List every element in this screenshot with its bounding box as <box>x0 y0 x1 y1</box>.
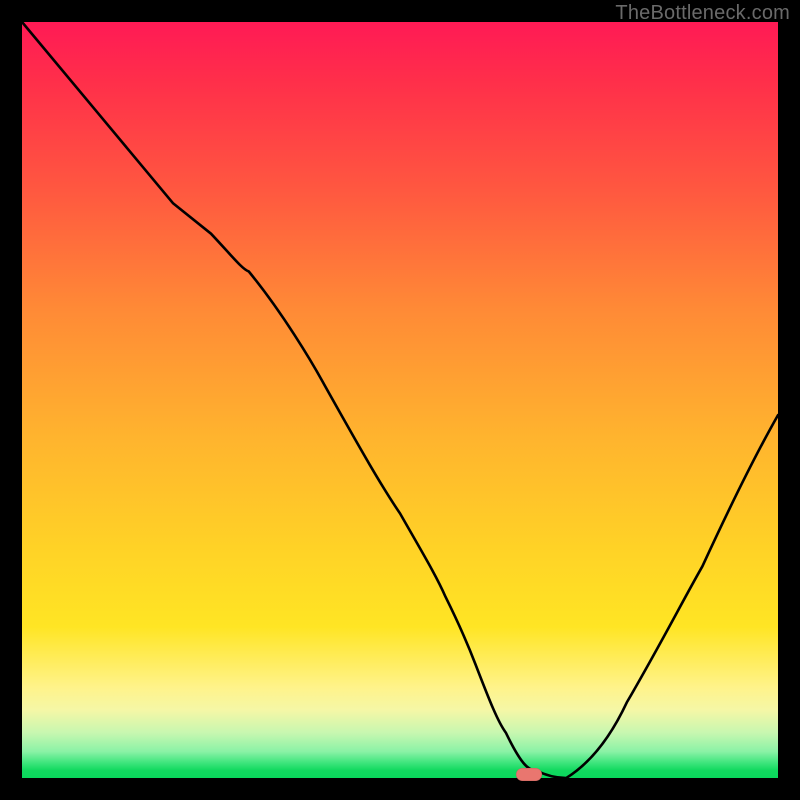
watermark-text: TheBottleneck.com <box>615 2 790 25</box>
plot-area <box>22 22 778 778</box>
bottleneck-curve <box>22 22 778 778</box>
min-point-marker <box>516 768 542 781</box>
chart-frame: TheBottleneck.com <box>0 0 800 800</box>
